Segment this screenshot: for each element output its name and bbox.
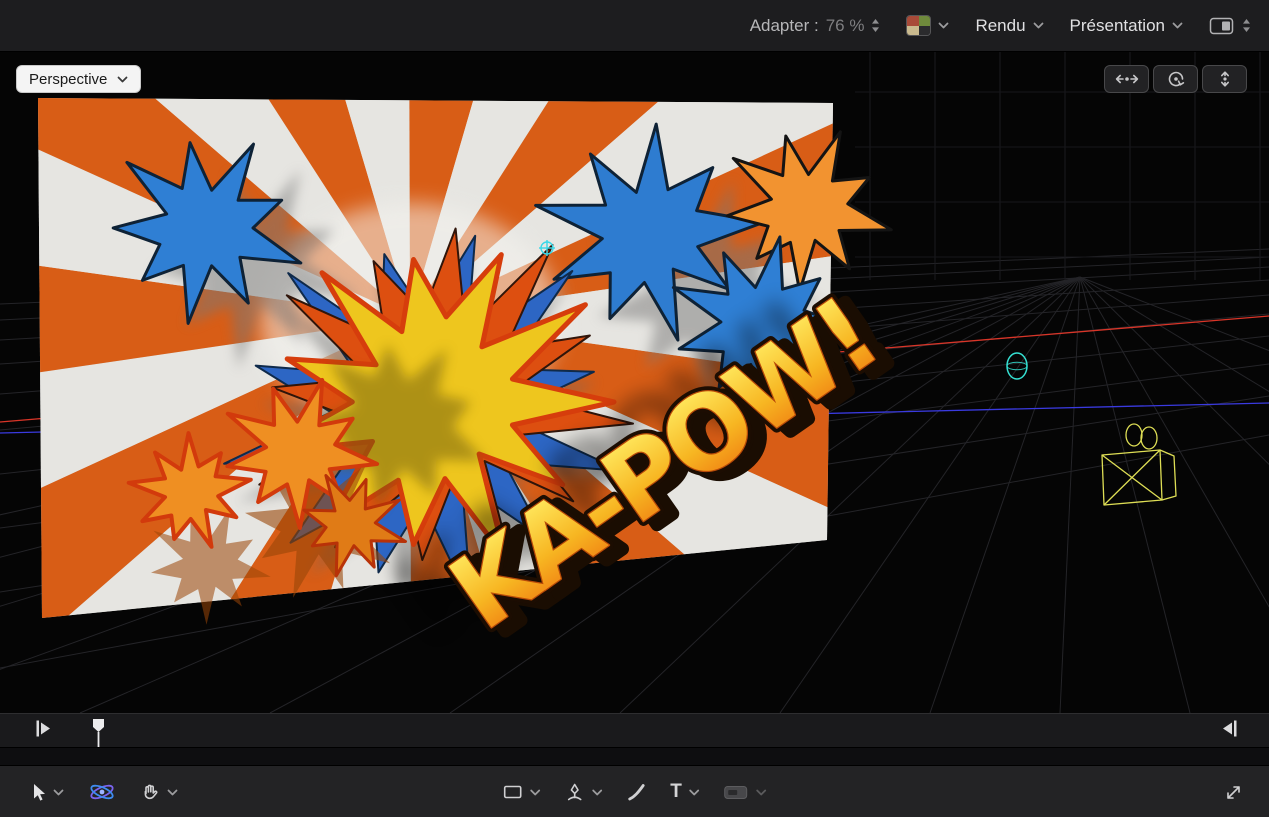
swatch-chevron-icon[interactable] xyxy=(938,22,949,29)
dolly-arrows-icon xyxy=(1217,70,1233,88)
text-tool-glyph: T xyxy=(670,781,682,803)
display-stepper-icon[interactable] xyxy=(1242,18,1251,33)
rectangle-icon xyxy=(502,784,522,800)
top-toolbar: Adapter : 76 % Rendu Présentation xyxy=(0,0,1269,52)
timeline-strip[interactable] xyxy=(0,713,1269,765)
pan-view-button[interactable] xyxy=(1104,65,1149,93)
hand-icon xyxy=(140,782,160,802)
zoom-stepper-icon[interactable] xyxy=(871,18,880,33)
presentation-menu[interactable]: Présentation xyxy=(1070,16,1183,36)
bottom-toolbar: T xyxy=(0,765,1269,817)
pan-tool-chevron-icon[interactable] xyxy=(167,789,178,796)
bezier-pen-tool[interactable] xyxy=(564,782,584,802)
zoom-fit-control[interactable]: Adapter : 76 % xyxy=(750,16,881,36)
text-tool-chevron-icon[interactable] xyxy=(689,789,700,796)
pen-nib-icon xyxy=(564,782,584,802)
camera-view-menu[interactable]: Perspective xyxy=(16,65,141,93)
timeline-scroll-track[interactable] xyxy=(0,747,1269,767)
select-arrow-tool[interactable] xyxy=(30,783,46,802)
color-swatch-control[interactable] xyxy=(906,15,949,36)
pan-hand-tool[interactable] xyxy=(140,782,160,802)
gradient-swatch-preview xyxy=(907,16,930,35)
mask-tool-chevron-icon xyxy=(756,789,767,796)
gradient-swatch[interactable] xyxy=(906,15,931,36)
toolbar-left-tools xyxy=(30,766,202,817)
arrow-cursor-icon xyxy=(30,783,46,802)
paintbrush-icon xyxy=(626,782,646,802)
camera-view-label: Perspective xyxy=(29,71,107,88)
text-tool[interactable]: T xyxy=(670,781,682,803)
camera-view-chevron-icon xyxy=(117,76,128,83)
display-window-icon[interactable] xyxy=(1209,17,1235,35)
shape-rectangle-tool[interactable] xyxy=(502,784,522,800)
comic-artwork-layer[interactable] xyxy=(0,52,1202,713)
bezier-tool-chevron-icon[interactable] xyxy=(591,789,602,796)
canvas-area[interactable]: KA-POW! KA-POW! KA-POW! KA-POW! Perspect… xyxy=(0,52,1269,713)
3d-view-tools xyxy=(1104,65,1247,93)
expand-arrows-icon xyxy=(1224,783,1243,802)
camera-object-wireframe[interactable] xyxy=(1102,424,1176,505)
mask-tool-disabled xyxy=(724,784,749,801)
toolbar-center-tools: T xyxy=(502,766,791,817)
mask-pill-icon xyxy=(724,784,749,801)
canvas-viewport[interactable]: KA-POW! KA-POW! KA-POW! KA-POW! xyxy=(0,52,1269,713)
transform-3d-tool-selected[interactable] xyxy=(88,781,116,803)
paint-stroke-tool[interactable] xyxy=(626,782,646,802)
zoom-fit-label: Adapter : xyxy=(750,16,819,36)
shape-tool-chevron-icon[interactable] xyxy=(529,789,540,796)
motion-app-window: Adapter : 76 % Rendu Présentation xyxy=(0,0,1269,817)
dolly-view-button[interactable] xyxy=(1202,65,1247,93)
play-range-out-marker[interactable] xyxy=(1221,720,1237,738)
presentation-chevron-icon xyxy=(1172,22,1183,29)
zoom-fit-value: 76 % xyxy=(826,16,865,36)
render-menu-label: Rendu xyxy=(975,16,1025,36)
render-chevron-icon xyxy=(1033,22,1044,29)
display-layout-control[interactable] xyxy=(1209,17,1251,35)
orbit-view-button[interactable] xyxy=(1153,65,1198,93)
play-range-in-marker[interactable] xyxy=(36,720,52,738)
expand-view-button[interactable] xyxy=(1224,783,1243,802)
toolbar-right-tools xyxy=(1224,766,1243,817)
3d-orbit-icon xyxy=(88,781,116,803)
pan-arrows-icon xyxy=(1114,71,1140,87)
select-tool-chevron-icon[interactable] xyxy=(53,789,64,796)
sphere-manipulator[interactable] xyxy=(1007,353,1027,379)
render-menu[interactable]: Rendu xyxy=(975,16,1043,36)
orbit-arrow-icon xyxy=(1166,70,1186,88)
presentation-menu-label: Présentation xyxy=(1070,16,1165,36)
